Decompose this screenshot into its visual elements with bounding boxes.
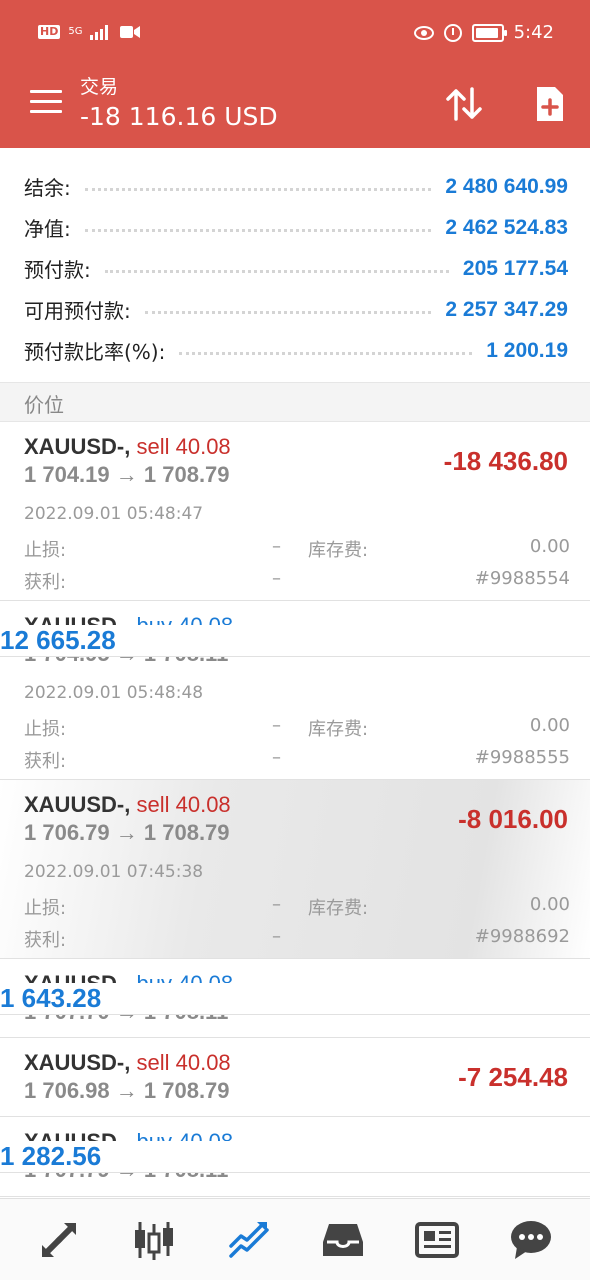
summary-value: 2 480 640.99 (445, 174, 568, 198)
position-symbol: XAUUSD-, (24, 1050, 131, 1075)
tp-label: 获利: (24, 572, 67, 593)
current-price: 1 708.79 (143, 462, 230, 487)
summary-row-margin-level: 预付款比率(%): 1 200.19 (0, 330, 590, 371)
menu-icon[interactable] (30, 90, 62, 114)
summary-label: 预付款比率(%): (24, 340, 166, 364)
ticket-number: #9988554 (474, 568, 570, 589)
status-bar: HD 5G 5:42 (0, 0, 590, 66)
trade-icon[interactable] (226, 1217, 272, 1263)
history-icon[interactable] (320, 1217, 366, 1263)
position-profit: 1 643.28 (0, 983, 590, 1015)
sl-label: 止损: (24, 719, 67, 740)
summary-value: 2 462 524.83 (445, 215, 568, 239)
current-price: 1 708.79 (143, 1078, 230, 1103)
position-volume: 40.08 (175, 792, 231, 817)
eye-icon (413, 25, 434, 40)
sl-label: 止损: (24, 898, 67, 919)
chat-icon[interactable] (508, 1217, 554, 1263)
sl-value: – (272, 536, 281, 557)
swap-label: 库存费: (308, 719, 369, 740)
clock: 5:42 (513, 22, 554, 43)
summary-value: 1 200.19 (486, 338, 568, 362)
signal-icon (90, 25, 109, 40)
position-symbol: XAUUSD-, (24, 792, 131, 817)
position-row[interactable]: XAUUSD-, buy 40.08 1 707.79 → 1 708.11 1… (0, 1117, 590, 1197)
summary-label: 净值: (24, 217, 71, 241)
news-icon[interactable] (414, 1217, 460, 1263)
video-icon (120, 26, 141, 38)
open-time: 2022.09.01 05:48:48 (24, 683, 204, 703)
tp-label: 获利: (24, 751, 67, 772)
position-row[interactable]: XAUUSD-, sell 40.08 1 706.98 → 1 708.79 … (0, 1038, 590, 1117)
tp-label: 获利: (24, 930, 67, 951)
open-price: 1 706.98 (24, 1078, 110, 1103)
position-profit: -18 436.80 (443, 446, 568, 476)
top-bar: HD 5G 5:42 交易 -18 116.16 USD (0, 0, 590, 148)
open-time: 2022.09.01 07:45:38 (24, 862, 204, 882)
position-type: sell (136, 792, 170, 817)
sl-value: – (272, 715, 281, 736)
section-title: 价位 (24, 393, 64, 417)
alarm-icon (443, 23, 462, 42)
sl-value: – (272, 894, 281, 915)
summary-row-equity: 净值: 2 462 524.83 (0, 207, 590, 248)
ticket-number: #9988692 (474, 926, 570, 947)
positions-section-header: 价位 (0, 382, 590, 422)
position-row[interactable]: XAUUSD-, buy 40.08 1 704.95 → 1 708.11 1… (0, 601, 590, 780)
sort-icon[interactable] (442, 82, 486, 126)
position-profit: -7 254.48 (458, 1062, 568, 1092)
summary-label: 可用预付款: (24, 299, 131, 323)
new-order-icon[interactable] (528, 82, 572, 126)
quotes-icon[interactable] (36, 1217, 82, 1263)
hd-badge: HD (38, 25, 61, 39)
swap-value: 0.00 (529, 894, 570, 915)
position-type: sell (136, 1050, 170, 1075)
app-header: 交易 -18 116.16 USD (0, 66, 590, 148)
ticket-number: #9988555 (474, 747, 570, 768)
summary-value: 205 177.54 (462, 256, 568, 280)
tp-value: – (272, 926, 281, 947)
position-profit: 1 282.56 (0, 1141, 590, 1173)
summary-label: 结余: (24, 176, 71, 200)
summary-row-margin: 预付款: 205 177.54 (0, 248, 590, 289)
tp-value: – (272, 747, 281, 768)
summary-row-balance: 结余: 2 480 640.99 (0, 166, 590, 207)
position-volume: 40.08 (175, 434, 231, 459)
tp-value: – (272, 568, 281, 589)
position-row[interactable]: XAUUSD-, sell 40.08 1 704.19 → 1 708.79 … (0, 422, 590, 601)
summary-row-free-margin: 可用预付款: 2 257 347.29 (0, 289, 590, 330)
network-5g-label: 5G (68, 26, 83, 37)
position-type: sell (136, 434, 170, 459)
open-time: 2022.09.01 05:48:47 (24, 504, 204, 524)
current-price: 1 708.79 (143, 820, 230, 845)
bottom-navigation (0, 1198, 590, 1280)
sl-label: 止损: (24, 540, 67, 561)
open-price: 1 704.19 (24, 462, 110, 487)
position-profit: -8 016.00 (458, 804, 568, 834)
position-volume: 40.08 (175, 1050, 231, 1075)
page-title: 交易 (80, 76, 119, 98)
swap-label: 库存费: (308, 540, 369, 561)
swap-value: 0.00 (529, 715, 570, 736)
summary-value: 2 257 347.29 (445, 297, 568, 321)
position-profit: 12 665.28 (0, 625, 590, 657)
battery-icon (471, 23, 507, 42)
swap-value: 0.00 (529, 536, 570, 557)
account-summary: 结余: 2 480 640.99 净值: 2 462 524.83 预付款: 2… (0, 148, 590, 382)
header-profit: -18 116.16 USD (80, 102, 278, 131)
summary-label: 预付款: (24, 258, 91, 282)
position-symbol: XAUUSD-, (24, 434, 131, 459)
open-price: 1 706.79 (24, 820, 110, 845)
swap-label: 库存费: (308, 898, 369, 919)
position-row[interactable]: XAUUSD-, buy 40.08 1 707.70 → 1 708.11 1… (0, 959, 590, 1038)
position-row[interactable]: XAUUSD-, sell 40.08 1 706.79 → 1 708.79 … (0, 780, 590, 959)
chart-icon[interactable] (131, 1217, 177, 1263)
